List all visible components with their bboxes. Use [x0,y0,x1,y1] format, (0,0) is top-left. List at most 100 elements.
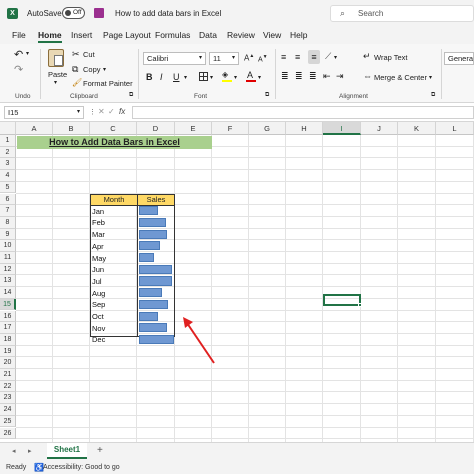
format-painter-button[interactable]: Format Painter [83,79,133,88]
data-bar[interactable] [139,288,163,298]
number-format-select[interactable]: General [444,52,474,65]
row-header-3[interactable]: 3 [0,158,16,171]
column-header-d[interactable]: D [137,122,175,135]
font-launcher-icon[interactable]: ⧉ [265,92,269,99]
row-header-24[interactable]: 24 [0,404,16,416]
row-header-4[interactable]: 4 [0,170,16,182]
orientation-dropdown-icon[interactable]: ▾ [334,54,337,61]
fill-color-icon[interactable]: ◈ [222,70,232,82]
data-bar[interactable] [139,311,158,321]
tab-home[interactable]: Home [38,30,62,43]
format-painter-icon[interactable]: 🖌 [72,78,82,87]
month-cell[interactable]: Apr [92,242,104,251]
month-cell[interactable]: Nov [92,324,105,333]
month-cell[interactable]: Feb [92,218,105,227]
merge-dropdown-icon[interactable]: ▾ [429,74,432,81]
month-cell[interactable]: Sep [92,300,105,309]
tab-review[interactable]: Review [227,30,255,40]
select-all-corner[interactable] [0,122,16,135]
column-header-g[interactable]: G [249,122,286,135]
row-header-7[interactable]: 7 [0,205,16,217]
row-header-13[interactable]: 13 [0,275,16,288]
data-bar[interactable] [139,334,174,345]
row-header-16[interactable]: 16 [0,310,16,323]
data-bar[interactable] [139,299,169,309]
row-header-11[interactable]: 11 [0,252,16,264]
month-cell[interactable]: Mar [92,230,105,239]
align-center-icon[interactable]: ≣ [295,71,303,82]
wrap-text-icon[interactable]: ↵ [363,51,371,62]
column-header-j[interactable]: J [361,122,398,135]
data-bar[interactable] [139,229,167,239]
row-header-14[interactable]: 14 [0,287,16,299]
tab-help[interactable]: Help [290,30,307,40]
column-header-a[interactable]: A [16,122,53,135]
alignment-launcher-icon[interactable]: ⧉ [431,92,435,99]
paste-dropdown-icon[interactable]: ▾ [54,79,57,86]
row-header-2[interactable]: 2 [0,146,16,159]
wrap-text-button[interactable]: Wrap Text [374,53,408,62]
column-header-b[interactable]: B [53,122,90,135]
row-header-18[interactable]: 18 [0,333,16,346]
tab-page-layout[interactable]: Page Layout [103,30,151,40]
font-name-select[interactable]: Calibri ▾ [143,52,206,65]
font-size-select[interactable]: 11 ▾ [209,52,239,65]
underline-dropdown-icon[interactable]: ▾ [184,74,187,81]
more-options-icon[interactable]: ⋮ [89,108,96,116]
orientation-icon[interactable]: ⟋ [325,51,331,62]
fill-dropdown-icon[interactable]: ▾ [234,74,237,81]
name-box[interactable]: I15 ▾ [4,106,84,119]
autosave-toggle[interactable]: Off [62,7,85,19]
row-header-15[interactable]: 15 [0,298,16,311]
data-bar[interactable] [139,206,158,216]
data-bar[interactable] [139,253,154,263]
data-bar[interactable] [139,323,168,333]
undo-dropdown-icon[interactable]: ▾ [26,50,29,57]
font-color-icon[interactable]: A [246,70,256,82]
borders-dropdown-icon[interactable]: ▾ [210,74,213,81]
row-header-5[interactable]: 5 [0,181,16,194]
add-sheet-button[interactable]: + [97,445,103,456]
row-header-23[interactable]: 23 [0,392,16,405]
increase-indent-icon[interactable]: ⇥ [336,71,344,82]
cancel-icon[interactable]: ✕ [98,107,105,116]
month-cell[interactable]: Oct [92,312,104,321]
decrease-font-icon[interactable]: A▼ [258,54,268,63]
tab-file[interactable]: File [12,30,26,40]
row-header-20[interactable]: 20 [0,357,16,369]
column-header-l[interactable]: L [436,122,474,135]
merge-center-icon[interactable]: ⇔ [363,71,372,81]
column-header-k[interactable]: K [398,122,436,135]
data-bar[interactable] [139,241,160,251]
enter-icon[interactable]: ✓ [108,107,115,116]
data-bar[interactable] [139,276,172,286]
merge-center-button[interactable]: Merge & Center [374,73,427,82]
row-header-10[interactable]: 10 [0,240,16,252]
increase-font-icon[interactable]: A▲ [244,53,254,63]
column-header-i[interactable]: I [323,122,361,135]
column-header-e[interactable]: E [175,122,212,135]
tab-data[interactable]: Data [199,30,217,40]
row-header-6[interactable]: 6 [0,193,16,206]
spreadsheet-grid[interactable]: ABCDEFGHIJKL 1 2 3 4 5 6 7 8 9 10 11 12 13 14 15 16 17 18… [0,122,474,442]
month-cell[interactable]: Jun [92,265,104,274]
search-box[interactable]: ⌕ Search [330,5,474,22]
align-middle-icon[interactable]: ≡ [295,52,300,62]
tab-insert[interactable]: Insert [71,30,92,40]
month-cell[interactable]: Jan [92,207,104,216]
accessibility-status[interactable]: Accessibility: Good to go [43,464,120,471]
scroll-right-icon[interactable]: ▸ [28,447,32,455]
selected-cell[interactable] [323,294,361,306]
paste-button[interactable]: Paste [48,70,67,79]
formula-input[interactable] [132,106,474,119]
column-header-h[interactable]: H [286,122,323,135]
row-header-26[interactable]: 26 [0,427,16,440]
decrease-indent-icon[interactable]: ⇤ [323,71,331,82]
data-bar[interactable] [139,264,173,274]
copy-button[interactable]: Copy [83,65,101,74]
scroll-left-icon[interactable]: ◂ [12,447,16,455]
align-bottom-icon[interactable]: ≡ [308,50,320,64]
row-header-12[interactable]: 12 [0,263,16,276]
align-left-icon[interactable]: ≣ [281,71,289,82]
paste-icon[interactable] [48,49,64,67]
